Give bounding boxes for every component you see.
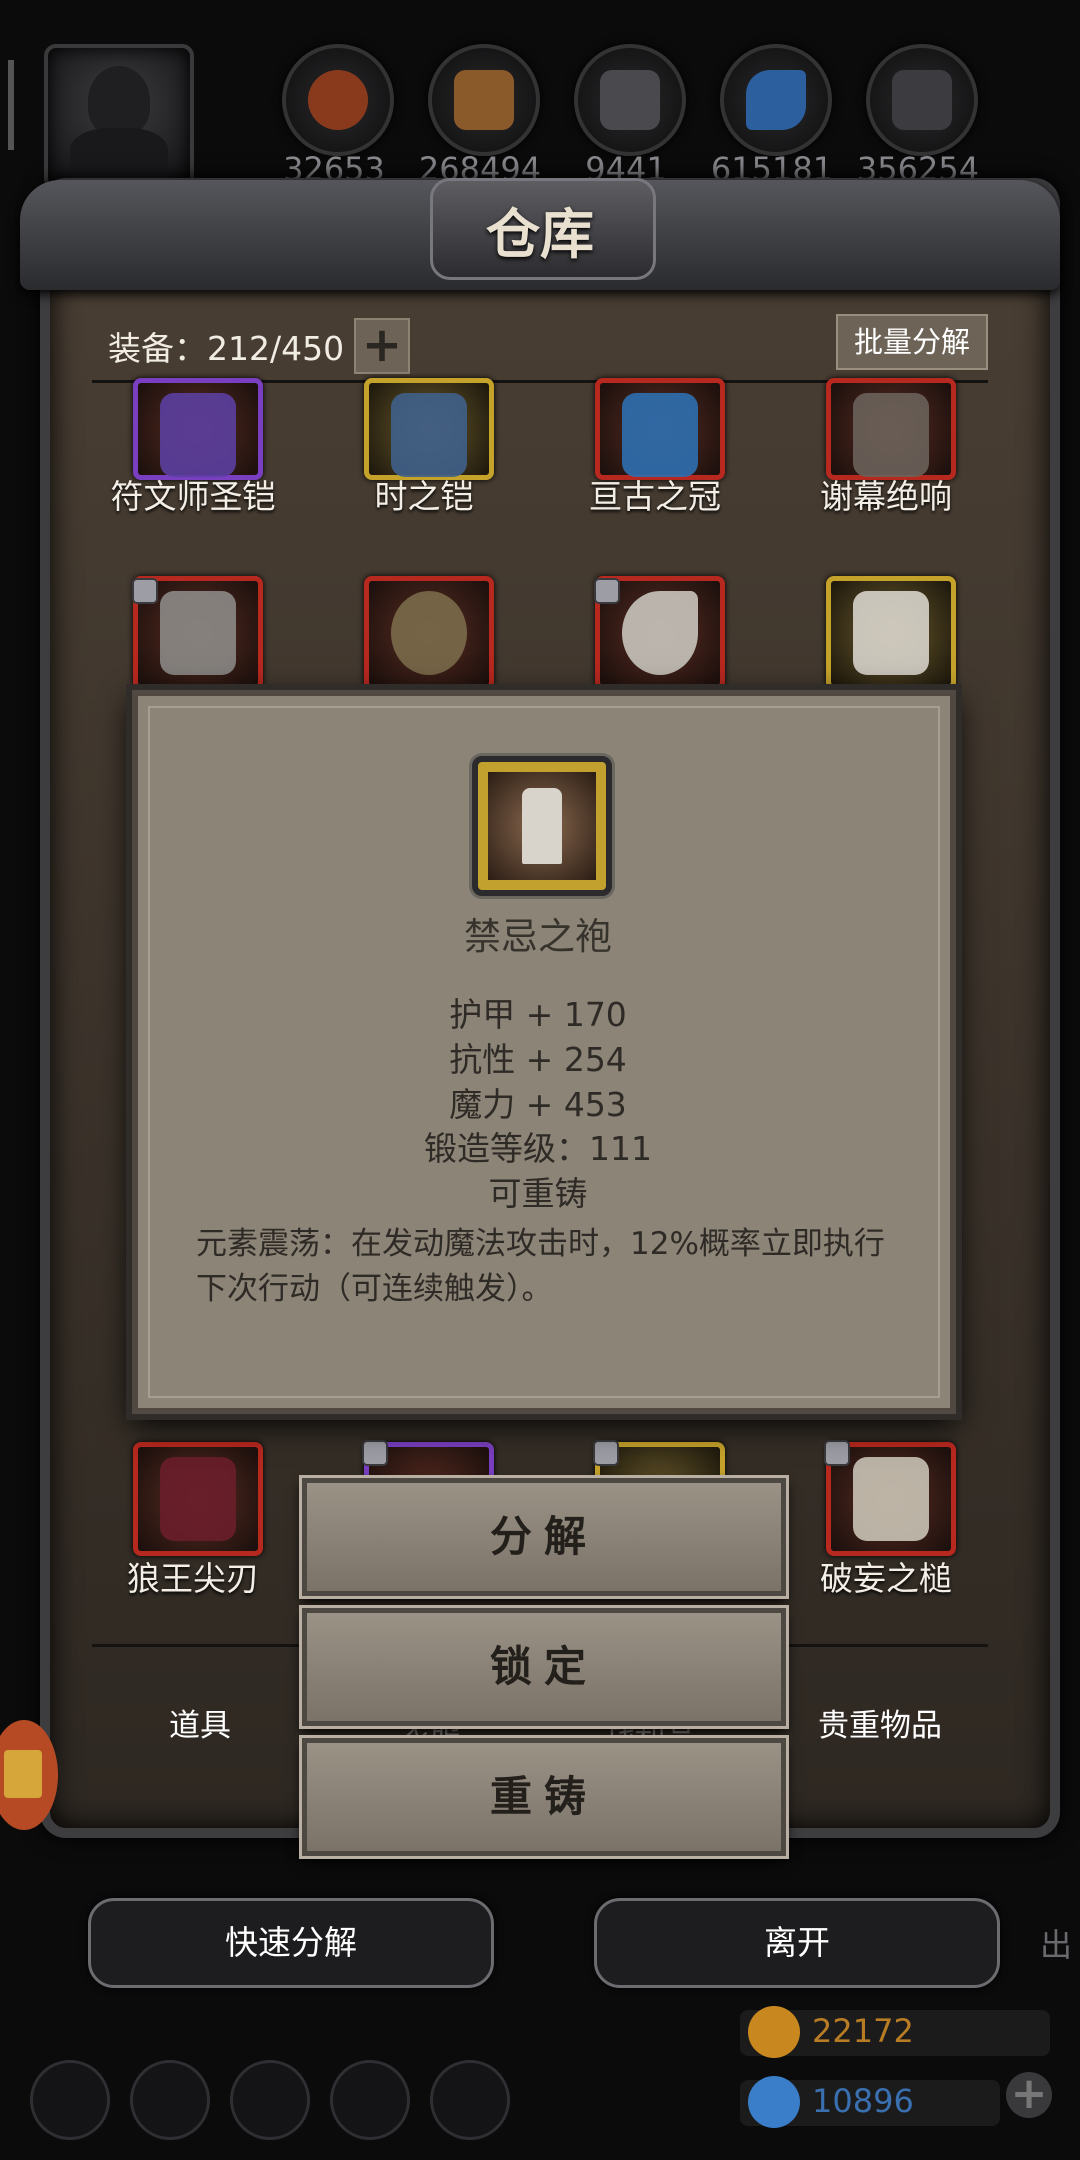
lock-button[interactable]: 锁定 <box>302 1608 786 1726</box>
crown-icon <box>622 393 698 477</box>
stat-forge-level: 锻造等级：111 <box>424 1129 652 1168</box>
stat-magic: 魔力 + 453 <box>449 1085 627 1124</box>
stone-resource-icon[interactable] <box>866 44 978 156</box>
robe-icon <box>472 756 612 896</box>
lock-icon <box>362 1440 388 1466</box>
gem-amount: 10896 <box>812 2082 914 2120</box>
panel-title: 仓库 <box>486 202 594 266</box>
robe-icon-shape <box>522 788 562 864</box>
tab-valuables[interactable]: 贵重物品 <box>790 1700 970 1745</box>
gem-icon <box>748 2076 800 2128</box>
gold-coin-icon <box>748 2006 800 2058</box>
tab-props[interactable]: 道具 <box>110 1700 290 1745</box>
armor-icon <box>160 591 236 675</box>
item-name: 符文师圣铠 <box>110 477 276 516</box>
map-icon[interactable] <box>430 2060 510 2140</box>
wood-resource-icon[interactable] <box>428 44 540 156</box>
staff-icon <box>391 591 467 675</box>
blade-icon <box>160 1457 236 1541</box>
lock-icon <box>593 1440 619 1466</box>
stat-armor: 护甲 + 170 <box>449 995 627 1034</box>
batch-decompose-button[interactable]: 批量分解 <box>836 314 988 370</box>
gold-amount: 22172 <box>812 2012 914 2050</box>
robe-icon <box>853 591 929 675</box>
side-label: 出 <box>1040 1926 1073 1964</box>
chest-shape <box>4 1750 42 1798</box>
mail-icon[interactable] <box>330 2060 410 2140</box>
crystal-resource-icon[interactable] <box>720 44 832 156</box>
item-slot[interactable] <box>133 378 263 480</box>
expand-capacity-button[interactable]: + <box>354 318 410 374</box>
add-currency-button[interactable]: + <box>1006 2072 1052 2118</box>
item-slot[interactable] <box>364 378 494 480</box>
left-edge-marker <box>8 60 14 150</box>
settings-icon[interactable] <box>30 2060 110 2140</box>
item-name: 狼王尖刃 <box>127 1559 259 1598</box>
avatar-head <box>88 66 150 136</box>
guild-icon[interactable] <box>230 2060 310 2140</box>
meat-resource-icon[interactable] <box>282 44 394 156</box>
item-slot[interactable] <box>826 378 956 480</box>
player-avatar[interactable] <box>44 44 194 190</box>
item-name: 时之铠 <box>374 477 474 516</box>
pistol-icon <box>853 393 929 477</box>
axe-icon <box>622 591 698 675</box>
item-detail-name: 禁忌之袍 <box>464 915 612 958</box>
stat-recastable: 可重铸 <box>488 1174 588 1213</box>
item-slot[interactable] <box>364 576 494 690</box>
avatar-body <box>70 128 168 182</box>
item-slot[interactable] <box>826 576 956 690</box>
equipment-capacity: 装备：212/450 <box>108 329 345 368</box>
lock-icon <box>824 1440 850 1466</box>
item-name: 亘古之冠 <box>589 477 721 516</box>
quick-decompose-button[interactable]: 快速分解 <box>88 1898 494 1988</box>
decompose-button[interactable]: 分解 <box>302 1478 786 1596</box>
stat-resistance: 抗性 + 254 <box>449 1040 627 1079</box>
armor-icon <box>160 393 236 477</box>
leave-button[interactable]: 离开 <box>594 1898 1000 1988</box>
lock-icon <box>594 578 620 604</box>
item-slot[interactable] <box>595 378 725 480</box>
iron-resource-icon[interactable] <box>574 44 686 156</box>
item-name: 破妄之槌 <box>820 1559 952 1598</box>
lock-icon <box>132 578 158 604</box>
item-name: 谢幕绝响 <box>820 477 952 516</box>
item-slot[interactable] <box>133 1442 263 1556</box>
recast-button[interactable]: 重铸 <box>302 1738 786 1856</box>
hammer-icon <box>853 1457 929 1541</box>
armor-icon <box>391 393 467 477</box>
achievement-icon[interactable] <box>130 2060 210 2140</box>
item-detail-description: 元素震荡：在发动魔法攻击时，12%概率立即执行下次行动（可连续触发）。 <box>196 1226 885 1307</box>
